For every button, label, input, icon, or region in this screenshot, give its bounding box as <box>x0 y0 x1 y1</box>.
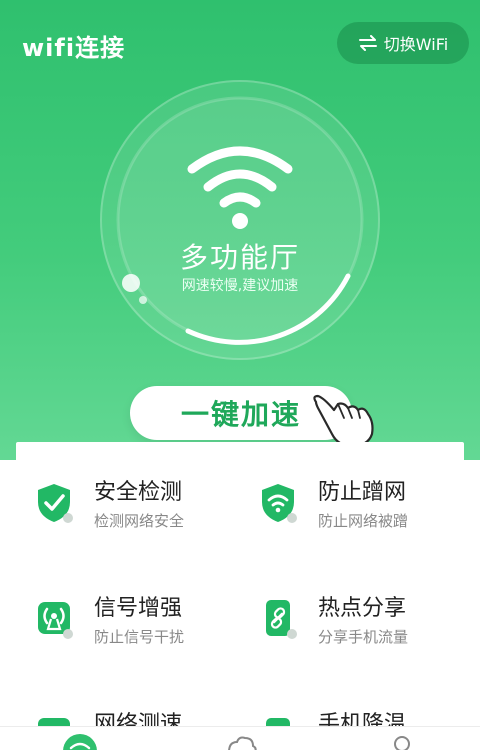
feature-panel: 安全检测 检测网络安全 防止蹭网 防止网络被蹭 信号增强 防止信号干扰 热点分享… <box>16 442 464 750</box>
switch-wifi-button[interactable]: 切换WiFi <box>337 22 469 64</box>
feature-title: 热点分享 <box>318 596 407 621</box>
bottom-tab-bar <box>0 726 480 750</box>
feature-desc: 检测网络安全 <box>94 512 185 530</box>
feature-anti-leech[interactable]: 防止蹭网 防止网络被蹭 <box>240 442 460 530</box>
link-icon <box>266 600 297 639</box>
network-name: 多功能厅 <box>179 241 300 274</box>
accelerate-label: 一键加速 <box>180 398 301 431</box>
swap-icon <box>358 35 377 51</box>
shield-check-icon <box>38 484 73 523</box>
feature-title: 防止蹭网 <box>318 480 407 505</box>
feature-desc: 分享手机流量 <box>318 628 409 646</box>
feature-security-check[interactable]: 安全检测 检测网络安全 <box>16 442 236 530</box>
feature-hotspot-share[interactable]: 热点分享 分享手机流量 <box>240 558 460 646</box>
feature-title: 信号增强 <box>94 596 183 621</box>
shield-wifi-icon <box>262 484 297 523</box>
switch-wifi-label: 切换WiFi <box>383 35 449 54</box>
wifi-icon <box>187 146 293 229</box>
feature-desc: 防止信号干扰 <box>94 628 185 646</box>
wifi-tab-icon[interactable] <box>63 734 97 750</box>
feature-desc: 防止网络被蹭 <box>318 512 409 530</box>
pointing-hand-icon <box>313 394 374 448</box>
clean-tab-icon[interactable] <box>225 734 259 750</box>
network-status: 网速较慢,建议加速 <box>181 278 299 294</box>
signal-icon <box>38 602 73 639</box>
profile-tab-icon[interactable] <box>385 734 419 750</box>
feature-title: 安全检测 <box>94 480 183 505</box>
feature-signal-boost[interactable]: 信号增强 防止信号干扰 <box>16 558 236 646</box>
app-title: wifi连接 <box>22 34 126 62</box>
